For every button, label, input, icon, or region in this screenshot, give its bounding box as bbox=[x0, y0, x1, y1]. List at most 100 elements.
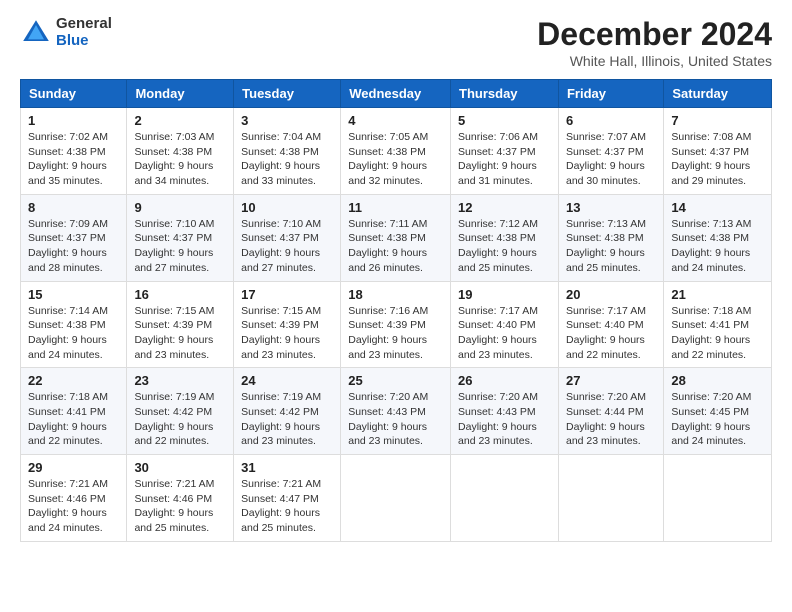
day-number: 10 bbox=[241, 200, 333, 215]
day-info: Sunrise: 7:10 AM Sunset: 4:37 PM Dayligh… bbox=[134, 217, 226, 276]
calendar-cell: 28 Sunrise: 7:20 AM Sunset: 4:45 PM Dayli… bbox=[664, 368, 772, 455]
calendar-cell: 30 Sunrise: 7:21 AM Sunset: 4:46 PM Dayli… bbox=[127, 455, 234, 542]
calendar-cell: 11 Sunrise: 7:11 AM Sunset: 4:38 PM Dayli… bbox=[341, 194, 451, 281]
day-number: 7 bbox=[671, 113, 764, 128]
calendar-cell: 26 Sunrise: 7:20 AM Sunset: 4:43 PM Dayli… bbox=[451, 368, 559, 455]
calendar-cell bbox=[558, 455, 663, 542]
day-info: Sunrise: 7:16 AM Sunset: 4:39 PM Dayligh… bbox=[348, 304, 443, 363]
day-number: 13 bbox=[566, 200, 656, 215]
day-info: Sunrise: 7:21 AM Sunset: 4:46 PM Dayligh… bbox=[28, 477, 119, 536]
day-number: 5 bbox=[458, 113, 551, 128]
logo-icon bbox=[20, 17, 52, 49]
day-info: Sunrise: 7:17 AM Sunset: 4:40 PM Dayligh… bbox=[458, 304, 551, 363]
day-number: 18 bbox=[348, 287, 443, 302]
logo-general-text: General bbox=[56, 16, 112, 33]
calendar-week-3: 15 Sunrise: 7:14 AM Sunset: 4:38 PM Dayli… bbox=[21, 281, 772, 368]
day-number: 1 bbox=[28, 113, 119, 128]
calendar-cell: 18 Sunrise: 7:16 AM Sunset: 4:39 PM Dayli… bbox=[341, 281, 451, 368]
title-area: December 2024 White Hall, Illinois, Unit… bbox=[537, 16, 772, 69]
calendar-cell: 6 Sunrise: 7:07 AM Sunset: 4:37 PM Daylig… bbox=[558, 108, 663, 195]
day-info: Sunrise: 7:14 AM Sunset: 4:38 PM Dayligh… bbox=[28, 304, 119, 363]
calendar-cell: 31 Sunrise: 7:21 AM Sunset: 4:47 PM Dayli… bbox=[234, 455, 341, 542]
day-info: Sunrise: 7:07 AM Sunset: 4:37 PM Dayligh… bbox=[566, 130, 656, 189]
calendar-week-1: 1 Sunrise: 7:02 AM Sunset: 4:38 PM Daylig… bbox=[21, 108, 772, 195]
calendar-cell: 2Sunrise: 7:03 AM Sunset: 4:38 PM Daylig… bbox=[127, 108, 234, 195]
calendar-cell: 8 Sunrise: 7:09 AM Sunset: 4:37 PM Daylig… bbox=[21, 194, 127, 281]
calendar-cell: 14 Sunrise: 7:13 AM Sunset: 4:38 PM Dayli… bbox=[664, 194, 772, 281]
day-number: 9 bbox=[134, 200, 226, 215]
calendar-table: SundayMondayTuesdayWednesdayThursdayFrid… bbox=[20, 79, 772, 542]
day-number: 6 bbox=[566, 113, 656, 128]
day-number: 20 bbox=[566, 287, 656, 302]
calendar-cell: 3 Sunrise: 7:04 AM Sunset: 4:38 PM Daylig… bbox=[234, 108, 341, 195]
calendar-header-wednesday: Wednesday bbox=[341, 80, 451, 108]
calendar-cell: 10 Sunrise: 7:10 AM Sunset: 4:37 PM Dayli… bbox=[234, 194, 341, 281]
calendar-cell bbox=[341, 455, 451, 542]
calendar-cell: 12 Sunrise: 7:12 AM Sunset: 4:38 PM Dayli… bbox=[451, 194, 559, 281]
calendar-cell: 20 Sunrise: 7:17 AM Sunset: 4:40 PM Dayli… bbox=[558, 281, 663, 368]
day-number: 31 bbox=[241, 460, 333, 475]
calendar-cell: 29Sunrise: 7:21 AM Sunset: 4:46 PM Dayli… bbox=[21, 455, 127, 542]
calendar-cell: 25Sunrise: 7:20 AM Sunset: 4:43 PM Dayli… bbox=[341, 368, 451, 455]
day-info: Sunrise: 7:11 AM Sunset: 4:38 PM Dayligh… bbox=[348, 217, 443, 276]
calendar-header-sunday: Sunday bbox=[21, 80, 127, 108]
calendar-cell: 21Sunrise: 7:18 AM Sunset: 4:41 PM Dayli… bbox=[664, 281, 772, 368]
day-number: 26 bbox=[458, 373, 551, 388]
calendar-cell: 19 Sunrise: 7:17 AM Sunset: 4:40 PM Dayli… bbox=[451, 281, 559, 368]
page-subtitle: White Hall, Illinois, United States bbox=[537, 53, 772, 69]
calendar-cell: 15 Sunrise: 7:14 AM Sunset: 4:38 PM Dayli… bbox=[21, 281, 127, 368]
calendar-cell bbox=[664, 455, 772, 542]
calendar-cell: 1 Sunrise: 7:02 AM Sunset: 4:38 PM Daylig… bbox=[21, 108, 127, 195]
day-number: 12 bbox=[458, 200, 551, 215]
day-info: Sunrise: 7:17 AM Sunset: 4:40 PM Dayligh… bbox=[566, 304, 656, 363]
day-info: Sunrise: 7:04 AM Sunset: 4:38 PM Dayligh… bbox=[241, 130, 333, 189]
day-info: Sunrise: 7:02 AM Sunset: 4:38 PM Dayligh… bbox=[28, 130, 119, 189]
logo-text: General Blue bbox=[56, 16, 112, 49]
day-info: Sunrise: 7:21 AM Sunset: 4:47 PM Dayligh… bbox=[241, 477, 333, 536]
calendar-header-monday: Monday bbox=[127, 80, 234, 108]
calendar-cell: 22Sunrise: 7:18 AM Sunset: 4:41 PM Dayli… bbox=[21, 368, 127, 455]
day-info: Sunrise: 7:06 AM Sunset: 4:37 PM Dayligh… bbox=[458, 130, 551, 189]
day-number: 8 bbox=[28, 200, 119, 215]
day-info: Sunrise: 7:08 AM Sunset: 4:37 PM Dayligh… bbox=[671, 130, 764, 189]
calendar-week-4: 22Sunrise: 7:18 AM Sunset: 4:41 PM Dayli… bbox=[21, 368, 772, 455]
day-info: Sunrise: 7:19 AM Sunset: 4:42 PM Dayligh… bbox=[134, 390, 226, 449]
calendar-cell: 23Sunrise: 7:19 AM Sunset: 4:42 PM Dayli… bbox=[127, 368, 234, 455]
day-info: Sunrise: 7:13 AM Sunset: 4:38 PM Dayligh… bbox=[671, 217, 764, 276]
day-info: Sunrise: 7:20 AM Sunset: 4:45 PM Dayligh… bbox=[671, 390, 764, 449]
calendar-cell: 4Sunrise: 7:05 AM Sunset: 4:38 PM Daylig… bbox=[341, 108, 451, 195]
calendar-header-tuesday: Tuesday bbox=[234, 80, 341, 108]
day-info: Sunrise: 7:10 AM Sunset: 4:37 PM Dayligh… bbox=[241, 217, 333, 276]
calendar-cell bbox=[451, 455, 559, 542]
calendar-cell: 7 Sunrise: 7:08 AM Sunset: 4:37 PM Daylig… bbox=[664, 108, 772, 195]
calendar-header-saturday: Saturday bbox=[664, 80, 772, 108]
day-number: 11 bbox=[348, 200, 443, 215]
day-number: 2 bbox=[134, 113, 226, 128]
logo-blue-text: Blue bbox=[56, 33, 112, 50]
calendar-cell: 24Sunrise: 7:19 AM Sunset: 4:42 PM Dayli… bbox=[234, 368, 341, 455]
day-number: 25 bbox=[348, 373, 443, 388]
day-number: 3 bbox=[241, 113, 333, 128]
day-number: 14 bbox=[671, 200, 764, 215]
day-number: 30 bbox=[134, 460, 226, 475]
day-info: Sunrise: 7:20 AM Sunset: 4:43 PM Dayligh… bbox=[458, 390, 551, 449]
calendar-cell: 9 Sunrise: 7:10 AM Sunset: 4:37 PM Daylig… bbox=[127, 194, 234, 281]
calendar-cell: 16 Sunrise: 7:15 AM Sunset: 4:39 PM Dayli… bbox=[127, 281, 234, 368]
day-info: Sunrise: 7:13 AM Sunset: 4:38 PM Dayligh… bbox=[566, 217, 656, 276]
day-number: 17 bbox=[241, 287, 333, 302]
day-number: 19 bbox=[458, 287, 551, 302]
calendar-week-2: 8 Sunrise: 7:09 AM Sunset: 4:37 PM Daylig… bbox=[21, 194, 772, 281]
day-number: 16 bbox=[134, 287, 226, 302]
calendar-cell: 17Sunrise: 7:15 AM Sunset: 4:39 PM Dayli… bbox=[234, 281, 341, 368]
calendar-header-row: SundayMondayTuesdayWednesdayThursdayFrid… bbox=[21, 80, 772, 108]
page-title: December 2024 bbox=[537, 16, 772, 53]
day-info: Sunrise: 7:09 AM Sunset: 4:37 PM Dayligh… bbox=[28, 217, 119, 276]
day-number: 28 bbox=[671, 373, 764, 388]
day-number: 15 bbox=[28, 287, 119, 302]
day-info: Sunrise: 7:18 AM Sunset: 4:41 PM Dayligh… bbox=[28, 390, 119, 449]
day-info: Sunrise: 7:12 AM Sunset: 4:38 PM Dayligh… bbox=[458, 217, 551, 276]
day-info: Sunrise: 7:15 AM Sunset: 4:39 PM Dayligh… bbox=[134, 304, 226, 363]
calendar-cell: 13 Sunrise: 7:13 AM Sunset: 4:38 PM Dayli… bbox=[558, 194, 663, 281]
day-info: Sunrise: 7:21 AM Sunset: 4:46 PM Dayligh… bbox=[134, 477, 226, 536]
calendar-header-thursday: Thursday bbox=[451, 80, 559, 108]
